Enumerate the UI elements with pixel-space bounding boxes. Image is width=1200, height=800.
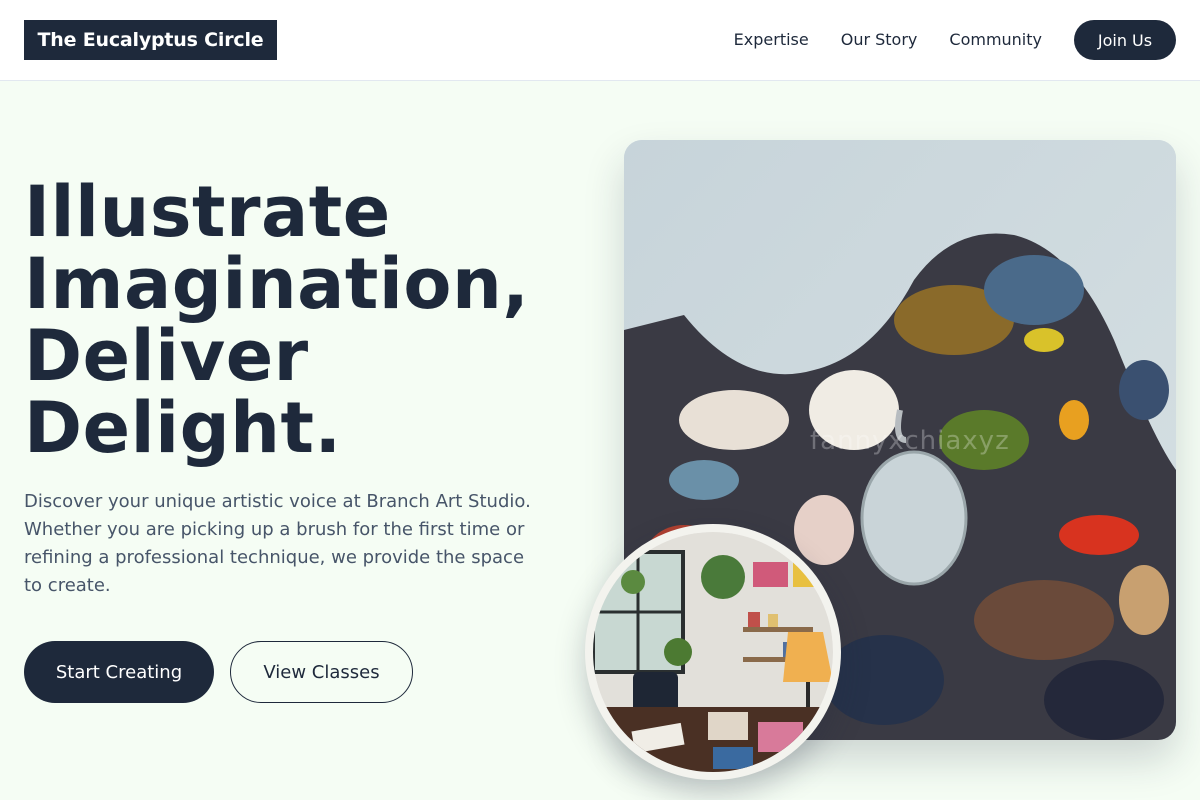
studio-interior-image <box>585 524 841 780</box>
site-header: The Eucalyptus Circle Expertise Our Stor… <box>0 0 1200 81</box>
start-creating-button[interactable]: Start Creating <box>24 641 214 703</box>
headline-line-2: Imagination, <box>24 243 530 325</box>
studio-interior-illustration <box>593 532 833 772</box>
nav-link-our-story[interactable]: Our Story <box>841 20 918 60</box>
image-watermark: fannyxchiaxyz <box>810 426 1010 456</box>
hero-headline: Illustrate Imagination, Deliver Delight. <box>24 176 584 464</box>
main-nav: Expertise Our Story Community Join Us <box>734 20 1176 60</box>
site-logo[interactable]: The Eucalyptus Circle <box>24 20 277 60</box>
join-us-button[interactable]: Join Us <box>1074 20 1176 60</box>
headline-line-3: Deliver <box>24 315 309 397</box>
nav-link-community[interactable]: Community <box>949 20 1042 60</box>
hero-description: Discover your unique artistic voice at B… <box>24 491 531 596</box>
view-classes-button[interactable]: View Classes <box>230 641 413 703</box>
nav-link-expertise[interactable]: Expertise <box>734 20 809 60</box>
headline-line-1: Illustrate <box>24 171 391 253</box>
headline-line-4: Delight. <box>24 387 342 469</box>
